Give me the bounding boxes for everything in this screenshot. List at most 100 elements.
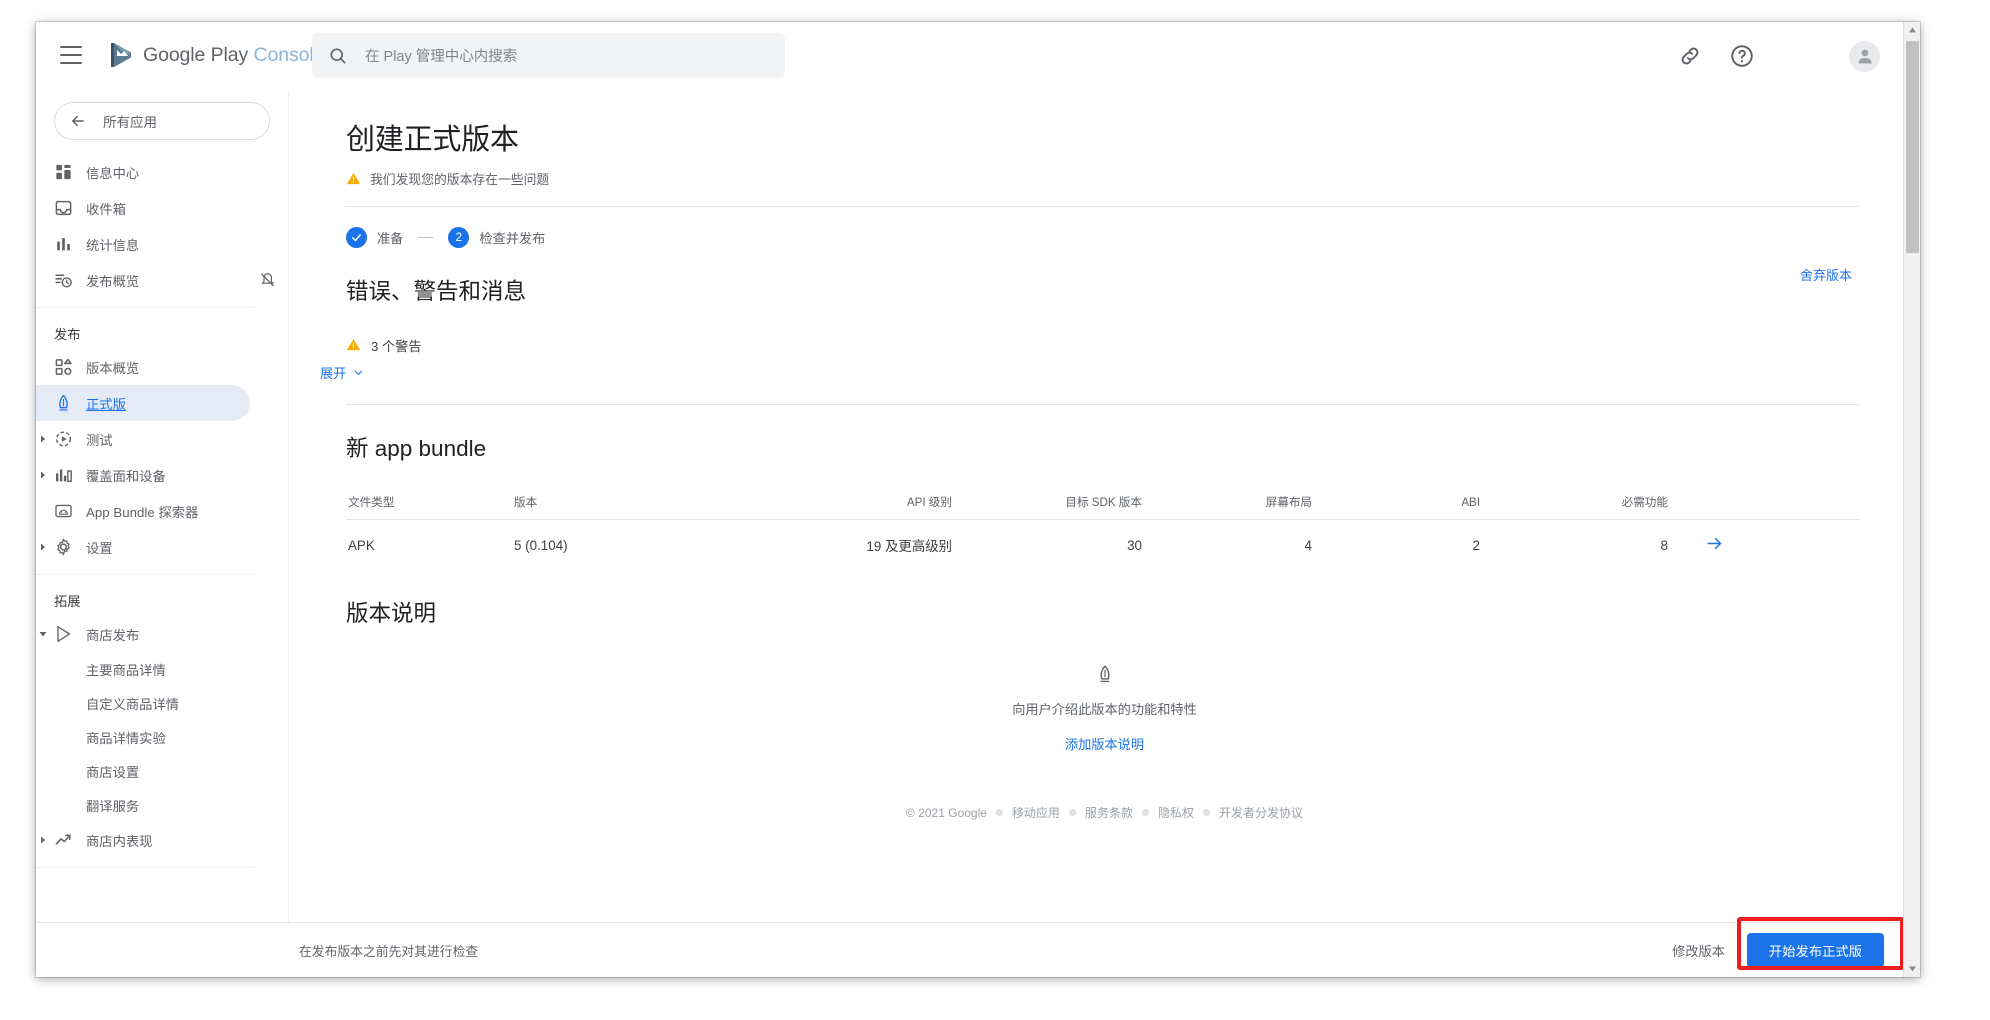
sidebar-item-label: 版本概览 [86,360,140,376]
errors-heading: 错误、警告和消息 [346,279,527,304]
production-icon [1099,665,1110,682]
chevron-right-icon[interactable] [38,835,48,845]
sidebar-item-inbox[interactable]: 收件箱 [36,190,250,226]
app-bar-actions [1677,22,1880,90]
sidebar-item-label: 发布概览 [86,273,140,289]
release-notes-empty-text: 向用户介绍此版本的功能和特性 [1012,702,1197,717]
footer-link-privacy[interactable]: 隐私权 [1158,804,1194,821]
arrow-right-icon[interactable] [1705,534,1724,553]
sidebar-item-reach-devices[interactable]: 覆盖面和设备 [36,457,250,493]
help-icon[interactable] [1729,43,1755,69]
sidebar-item-app-bundle-explorer[interactable]: App Bundle 探索器 [36,493,250,529]
sidebar-subitem-custom-store-listing[interactable]: 自定义商品详情 [36,686,288,720]
all-apps-button[interactable]: 所有应用 [54,102,270,140]
footer-bullet [1068,809,1076,816]
browser-window: Google Play Console 在 Play 管理中心内搜索 所有应用 … [36,22,1920,977]
sidebar-divider [36,867,255,868]
page-title: 创建正式版本 [346,124,519,156]
cell-screen-layout: 4 [1304,537,1312,553]
sidebar-item-label: 翻译服务 [86,798,140,814]
discard-release-button[interactable]: 舍弃版本 [1800,265,1852,284]
inbox-icon [55,200,72,216]
scroll-up-arrow[interactable] [1904,22,1920,39]
table-row[interactable]: APK 5 (0.104) 19 及更高级别 30 4 2 8 [346,520,1860,570]
cell-required-features: 8 [1660,537,1668,553]
step-2-marker[interactable]: 2 [448,227,470,248]
chevron-right-icon[interactable] [38,434,48,444]
screenshot-root: Google Play Console 在 Play 管理中心内搜索 所有应用 … [0,0,1990,1020]
sidebar-item-label: 收件箱 [86,201,126,217]
warning-count-text: 3 个警告 [371,339,422,354]
sidebar-item-label: 主要商品详情 [86,662,166,678]
start-rollout-button[interactable]: 开始发布正式版 [1746,932,1884,968]
sidebar-item-label: App Bundle 探索器 [86,504,199,520]
sidebar-item-label: 自定义商品详情 [86,696,180,712]
scroll-thumb[interactable] [1906,41,1919,253]
sidebar-item-production[interactable]: 正式版 [36,385,250,421]
main-content: 创建正式版本 我们发现您的版本存在一些问题 准备 2 检查并发布 舍弃版本 错误… [289,90,1920,922]
sidebar-item-dashboard[interactable]: 信息中心 [36,154,250,190]
sidebar-item-release-dashboard[interactable]: 版本概览 [36,349,250,385]
menu-icon[interactable] [60,46,82,64]
sidebar-item-statistics[interactable]: 统计信息 [36,226,250,262]
vertical-scrollbar[interactable] [1903,22,1920,977]
sidebar-section-grow: 拓展 [54,593,81,609]
notifications-off-icon[interactable] [259,272,276,289]
footer-link-terms[interactable]: 服务条款 [1085,804,1133,821]
sidebar-item-settings[interactable]: 设置 [36,529,250,565]
sidebar-item-label: 覆盖面和设备 [86,468,166,484]
action-bar-buttons: 修改版本 开始发布正式版 [1672,932,1920,968]
sidebar-subitem-main-store-listing[interactable]: 主要商品详情 [36,652,288,686]
link-icon[interactable] [1677,43,1703,69]
edit-release-button[interactable]: 修改版本 [1672,941,1725,960]
step-connector [418,237,434,238]
sidebar-subitem-translation-service[interactable]: 翻译服务 [36,788,288,822]
bundle-table: 文件类型 版本 API 级别 目标 SDK 版本 屏幕布局 ABI 必需功能 A… [346,485,1860,570]
sidebar-subitem-store-settings[interactable]: 商店设置 [36,754,288,788]
release-stepper: 准备 2 检查并发布 [346,227,1920,248]
avatar[interactable] [1849,40,1880,72]
release-dashboard-icon [55,358,72,375]
action-bar-hint: 在发布版本之前先对其进行检查 [299,943,479,959]
sidebar-item-store-performance[interactable]: 商店内表现 [36,822,250,858]
header-divider [346,206,1860,207]
person-icon [1857,49,1872,64]
settings-gear-icon [57,538,70,556]
sidebar-item-store-presence[interactable]: 商店发布 [36,616,250,652]
cell-action[interactable] [1668,534,1728,556]
release-notes-empty-state: 向用户介绍此版本的功能和特性 添加版本说明 [289,664,1920,754]
add-release-notes-link[interactable]: 添加版本说明 [1065,734,1144,753]
chevron-right-icon[interactable] [38,470,48,480]
chevron-right-icon[interactable] [38,542,48,552]
search-input[interactable]: 在 Play 管理中心内搜索 [312,33,785,78]
warning-summary: 3 个警告 [346,336,1920,355]
col-target-sdk: 目标 SDK 版本 [1065,496,1142,509]
step-2-label[interactable]: 检查并发布 [479,228,545,247]
footer-link-mobile-apps[interactable]: 移动应用 [1012,804,1060,821]
search-icon [330,47,346,64]
cell-target-sdk: 30 [1127,537,1142,553]
caret-down-icon [1909,966,1916,972]
section-divider [346,404,1860,405]
step-1-marker[interactable] [346,227,367,248]
page-subnote: 我们发现您的版本存在一些问题 [346,169,1920,188]
chevron-down-icon[interactable] [38,629,48,639]
cell-version: 5 (0.104) [514,537,568,553]
sidebar-item-release-overview[interactable]: 发布概览 [36,262,275,298]
col-version: 版本 [514,496,538,509]
sidebar-subitem-store-listing-experiments[interactable]: 商品详情实验 [36,720,288,754]
expand-warnings-button[interactable]: 展开 [320,363,1920,382]
brand-logo-group[interactable]: Google Play Console [108,41,324,69]
footer-link-developer-agreement[interactable]: 开发者分发协议 [1219,804,1303,821]
cell-abi: 2 [1472,537,1480,553]
sidebar-divider [36,574,255,575]
sidebar-item-testing[interactable]: 测试 [36,421,250,457]
sidebar-item-label: 正式版 [86,396,126,412]
step-1-label[interactable]: 准备 [377,228,403,247]
footer-bullet [995,809,1003,816]
warning-triangle-icon [346,172,361,185]
col-required-features: 必需功能 [1621,496,1668,509]
col-screen-layout: 屏幕布局 [1265,496,1312,509]
chevron-down-icon [355,370,363,375]
scroll-down-arrow[interactable] [1904,960,1920,977]
